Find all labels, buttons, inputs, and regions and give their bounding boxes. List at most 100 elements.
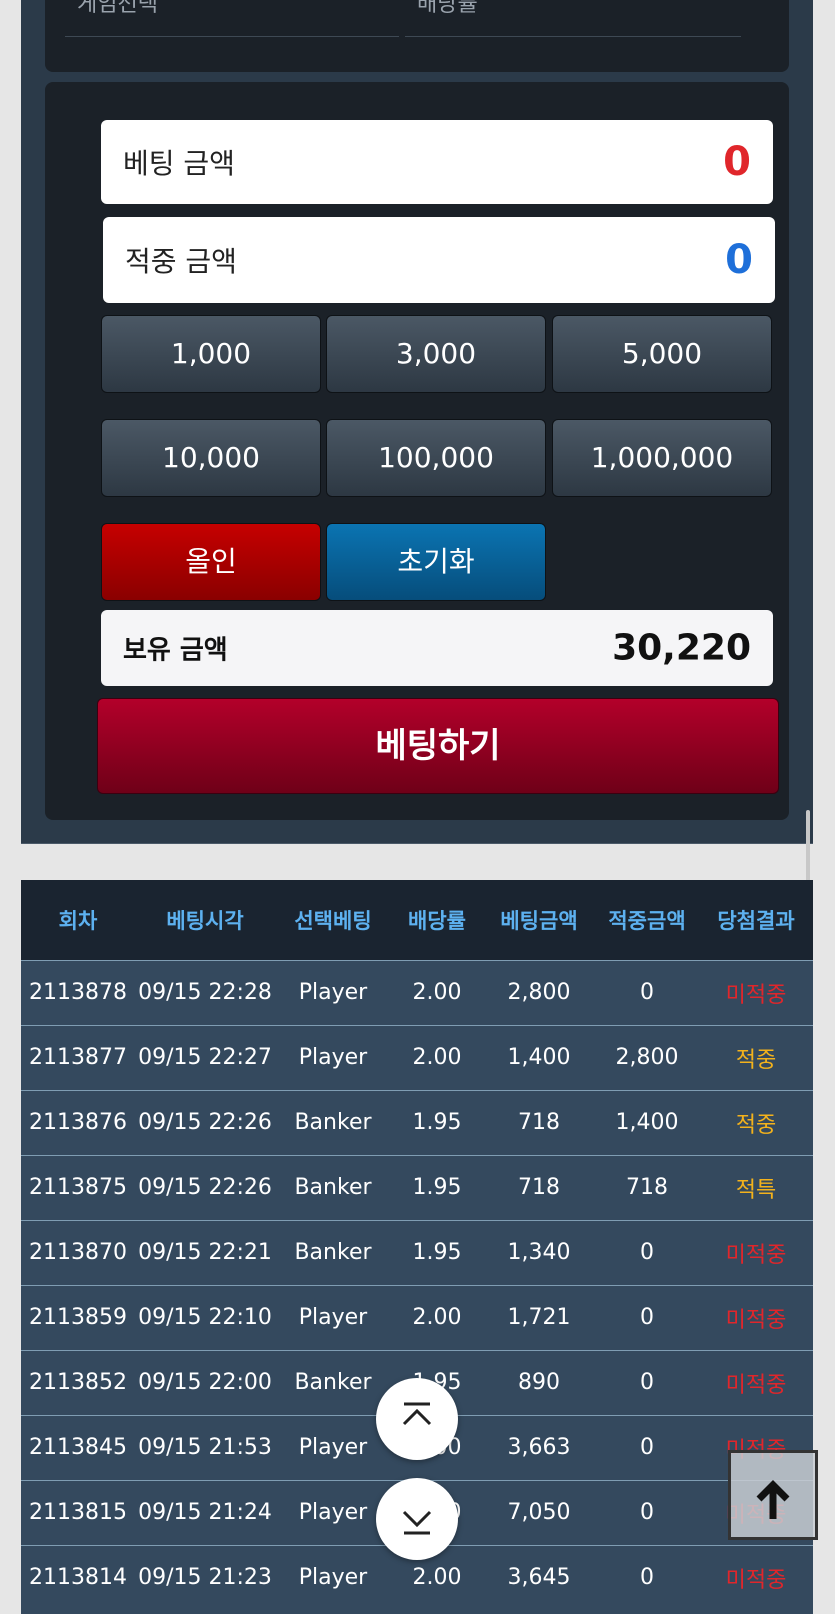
cell-win-amount: 0 xyxy=(640,1305,654,1330)
game-select-panel: 게임선택 배당률 xyxy=(45,0,789,72)
cell-selection: Banker xyxy=(294,1370,372,1395)
cell-win-amount: 0 xyxy=(640,980,654,1005)
cell-odds: 2.00 xyxy=(412,1305,462,1330)
amount-button-3000[interactable]: 3,000 xyxy=(326,315,546,393)
cell-win-amount: 2,800 xyxy=(615,1045,679,1070)
cell-odds: 2.00 xyxy=(412,980,462,1005)
cell-round: 2113845 xyxy=(29,1435,127,1460)
column-header-round: 회차 xyxy=(58,908,98,933)
column-header-bet-amount: 베팅금액 xyxy=(500,908,578,933)
odds-label: 배당률 xyxy=(417,0,478,17)
bet-amount-label: 베팅 금액 xyxy=(123,147,235,180)
cell-round: 2113878 xyxy=(29,980,127,1005)
cell-win-amount: 1,400 xyxy=(615,1110,679,1135)
win-amount-box: 적중 금액 0 xyxy=(103,217,775,303)
cell-round: 2113870 xyxy=(29,1240,127,1265)
cell-bet-amount: 718 xyxy=(518,1175,560,1200)
cell-bet-time: 09/15 22:26 xyxy=(138,1175,272,1200)
cell-bet-amount: 890 xyxy=(518,1370,560,1395)
cell-odds: 1.95 xyxy=(412,1110,462,1135)
betting-frame: 게임선택 배당률 베팅 금액 0 적중 금액 0 1,000 3,000 5,0… xyxy=(21,0,813,844)
cell-bet-amount: 7,050 xyxy=(507,1500,571,1525)
column-header-win-amount: 적중금액 xyxy=(608,908,686,933)
table-row: 2113875 09/15 22:26 Banker 1.95 718 718 적특 xyxy=(21,1155,813,1220)
bet-amount-value: 0 xyxy=(723,139,751,185)
back-to-top-button[interactable] xyxy=(728,1450,818,1540)
balance-box: 보유 금액 30,220 xyxy=(101,610,773,686)
cell-bet-time: 09/15 21:23 xyxy=(138,1565,272,1591)
reset-button[interactable]: 초기화 xyxy=(326,523,546,601)
cell-round: 2113814 xyxy=(29,1565,127,1591)
table-row: 2113870 09/15 22:21 Banker 1.95 1,340 0 미적중 xyxy=(21,1220,813,1285)
cell-selection: Player xyxy=(298,1565,368,1591)
cell-bet-amount: 2,800 xyxy=(507,980,571,1005)
scroll-top-button[interactable] xyxy=(376,1378,458,1460)
cell-bet-time: 09/15 22:10 xyxy=(138,1305,272,1330)
balance-label: 보유 금액 xyxy=(123,635,228,666)
cell-result: 미적중 xyxy=(725,1372,787,1398)
cell-selection: Player xyxy=(298,1500,368,1525)
cell-result: 미적중 xyxy=(725,982,787,1008)
amount-button-5000[interactable]: 5,000 xyxy=(552,315,772,393)
table-header-row: 회차 베팅시각 선택베팅 배당률 베팅금액 적중금액 당첨결과 xyxy=(21,880,813,960)
cell-win-amount: 718 xyxy=(626,1175,668,1200)
cell-bet-amount: 1,721 xyxy=(507,1305,571,1330)
cell-win-amount: 0 xyxy=(640,1565,654,1591)
cell-bet-amount: 3,645 xyxy=(507,1565,571,1591)
arrow-up-icon xyxy=(756,1480,790,1519)
cell-round: 2113852 xyxy=(29,1370,127,1395)
amount-button-1000000[interactable]: 1,000,000 xyxy=(552,419,772,497)
cell-round: 2113859 xyxy=(29,1305,127,1330)
cell-bet-amount: 3,663 xyxy=(507,1435,571,1460)
cell-bet-time: 09/15 22:21 xyxy=(138,1240,272,1265)
cell-selection: Player xyxy=(298,1435,368,1460)
amount-button-10000[interactable]: 10,000 xyxy=(101,419,321,497)
chevron-down-bar-icon xyxy=(402,1510,432,1535)
cell-bet-time: 09/15 22:28 xyxy=(138,980,272,1005)
cell-result: 미적중 xyxy=(725,1567,787,1593)
cell-bet-time: 09/15 22:27 xyxy=(138,1045,272,1070)
table-row: 2113878 09/15 22:28 Player 2.00 2,800 0 미적중 xyxy=(21,960,813,1025)
cell-result: 적중 xyxy=(735,1047,777,1073)
column-header-result: 당첨결과 xyxy=(717,908,795,933)
scroll-bottom-button[interactable] xyxy=(376,1478,458,1560)
cell-round: 2113876 xyxy=(29,1110,127,1135)
cell-round: 2113877 xyxy=(29,1045,127,1070)
cell-bet-time: 09/15 21:24 xyxy=(138,1500,272,1525)
place-bet-button[interactable]: 베팅하기 xyxy=(97,698,779,794)
cell-win-amount: 0 xyxy=(640,1435,654,1460)
cell-result: 적특 xyxy=(735,1177,777,1203)
cell-odds: 1.95 xyxy=(412,1175,462,1200)
cell-round: 2113815 xyxy=(29,1500,127,1525)
cell-selection: Player xyxy=(298,1305,368,1330)
cell-result: 미적중 xyxy=(725,1307,787,1333)
cell-win-amount: 0 xyxy=(640,1370,654,1395)
cell-selection: Player xyxy=(298,980,368,1005)
game-select-underline[interactable] xyxy=(65,36,399,37)
column-header-selection: 선택베팅 xyxy=(294,908,372,933)
cell-bet-time: 09/15 22:00 xyxy=(138,1370,272,1395)
cell-round: 2113875 xyxy=(29,1175,127,1200)
amount-button-100000[interactable]: 100,000 xyxy=(326,419,546,497)
bet-panel: 베팅 금액 0 적중 금액 0 1,000 3,000 5,000 10,000… xyxy=(45,82,789,820)
table-row: 2113859 09/15 22:10 Player 2.00 1,721 0 미적중 xyxy=(21,1285,813,1350)
cell-win-amount: 0 xyxy=(640,1500,654,1525)
bet-amount-box: 베팅 금액 0 xyxy=(101,120,773,204)
win-amount-label: 적중 금액 xyxy=(125,245,237,278)
table-row: 2113876 09/15 22:26 Banker 1.95 718 1,400 적중 xyxy=(21,1090,813,1155)
cell-win-amount: 0 xyxy=(640,1240,654,1265)
odds-underline xyxy=(405,36,741,37)
chevron-up-bar-icon xyxy=(402,1402,432,1426)
cell-result: 적중 xyxy=(735,1112,777,1138)
cell-selection: Banker xyxy=(294,1240,372,1265)
cell-bet-amount: 1,340 xyxy=(507,1240,571,1265)
cell-odds: 2.00 xyxy=(412,1045,462,1070)
cell-odds: 1.95 xyxy=(412,1240,462,1265)
win-amount-value: 0 xyxy=(725,237,753,283)
column-header-bet-time: 베팅시각 xyxy=(166,908,244,933)
all-in-button[interactable]: 올인 xyxy=(101,523,321,601)
cell-selection: Banker xyxy=(294,1175,372,1200)
cell-result: 미적중 xyxy=(725,1242,787,1268)
table-row: 2113877 09/15 22:27 Player 2.00 1,400 2,800 적중 xyxy=(21,1025,813,1090)
amount-button-1000[interactable]: 1,000 xyxy=(101,315,321,393)
